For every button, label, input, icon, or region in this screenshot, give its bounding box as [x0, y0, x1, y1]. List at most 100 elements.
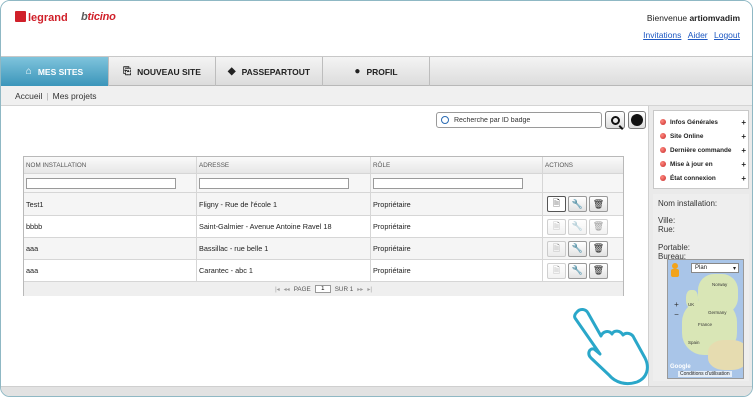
settings-button[interactable]: 🔧 [568, 240, 587, 257]
header-actions: ACTIONS [545, 161, 573, 169]
filter-name-input[interactable] [26, 177, 176, 189]
help-link[interactable]: Aider [688, 30, 708, 40]
cell-name: aaa [24, 260, 197, 281]
invitations-link[interactable]: Invitations [643, 30, 681, 40]
map-type-select[interactable]: Plan [691, 263, 739, 273]
settings-button[interactable]: 🔧 [568, 218, 587, 235]
wrench-icon: 🔧 [571, 221, 584, 231]
delete-button[interactable]: 🗑 [589, 196, 608, 212]
search-box [436, 112, 602, 128]
settings-button[interactable]: 🔧 [568, 262, 587, 279]
legend-etat-connexion[interactable]: État connexion + [660, 172, 746, 184]
wrench-icon: 🔧 [571, 265, 584, 275]
document-search-icon: 🗎 [552, 198, 561, 208]
page-input[interactable] [314, 285, 331, 293]
filter-row [24, 174, 623, 193]
view-button[interactable]: 🗎 [547, 240, 566, 257]
breadcrumb-home[interactable]: Accueil [15, 91, 42, 101]
header-name[interactable]: NOM INSTALLATION [24, 157, 197, 173]
view-button[interactable]: 🗎 [547, 218, 566, 235]
location-map[interactable]: Plan + − Norway UK Germany France Spain … [667, 259, 744, 379]
table-row[interactable]: Test1 Fligny - Rue de l'école 1 Propriét… [24, 193, 623, 216]
expand-icon[interactable]: + [741, 132, 746, 141]
search-icon [441, 116, 449, 124]
breadcrumb-separator: | [46, 90, 49, 101]
wrench-icon: 🔧 [571, 243, 584, 253]
tag-icon: ◆ [227, 66, 236, 77]
page-label: PAGE [293, 285, 311, 293]
trash-icon: 🗑 [592, 243, 605, 253]
cell-actions: 🗎 🔧 🗑 [543, 238, 623, 259]
footer-bar [1, 386, 752, 396]
tab-passepartout[interactable]: ◆ PASSEPARTOUT [216, 57, 323, 86]
delete-button[interactable]: 🗑 [589, 240, 608, 257]
status-dot-icon [660, 119, 666, 125]
document-search-icon: 🗎 [552, 264, 561, 275]
info-nom: Nom installation: [658, 199, 718, 208]
zoom-out-icon[interactable]: − [672, 310, 681, 319]
breadcrumb: Accueil | Mes projets [1, 86, 752, 106]
tab-nouveau-site[interactable]: ⎘ NOUVEAU SITE [109, 57, 216, 86]
wrench-icon: 🔧 [571, 198, 584, 209]
legend-infos-generales[interactable]: Infos Générales + [660, 116, 746, 128]
cell-actions: 🗎 🔧 🗑 [543, 216, 623, 237]
top-links: Invitations Aider Logout [639, 30, 740, 40]
header-address[interactable]: ADRESSE [197, 157, 371, 173]
delete-button[interactable]: 🗑 [589, 262, 608, 279]
info-rue: Rue: [658, 225, 675, 234]
filter-role-input[interactable] [373, 177, 523, 189]
tab-mes-sites[interactable]: ⌂ MES SITES [1, 57, 109, 86]
expand-icon[interactable]: + [741, 118, 746, 127]
installation-info: Nom installation: Ville: Rue: Portable: … [653, 194, 749, 381]
expand-icon[interactable]: + [741, 174, 746, 183]
view-button[interactable]: 🗎 [547, 262, 566, 279]
globe-button[interactable] [628, 111, 646, 129]
trash-icon: 🗑 [592, 221, 605, 231]
settings-button[interactable]: 🔧 [568, 196, 587, 212]
status-dot-icon [660, 161, 666, 167]
search-input[interactable] [454, 116, 599, 124]
legend-mise-a-jour[interactable]: Mise à jour en + [660, 158, 746, 170]
filter-address-input[interactable] [199, 177, 349, 189]
info-portable: Portable: [658, 243, 691, 252]
map-label: Spain [688, 340, 700, 345]
table-row[interactable]: bbbb Saint-Galmier - Avenue Antoine Rave… [24, 216, 623, 238]
bticino-logo: bticino [81, 11, 116, 23]
pegman-icon[interactable] [671, 263, 679, 277]
legend-derniere-commande[interactable]: Dernière commande + [660, 144, 746, 156]
cell-actions: 🗎 🔧 🗑 [543, 260, 623, 281]
search-button[interactable] [605, 111, 625, 129]
status-legend: Infos Générales + Site Online + Dernière c… [653, 110, 749, 189]
first-page-icon[interactable]: |◂ [275, 286, 280, 293]
page-total: SUR 1 [334, 285, 354, 293]
next-page-icon[interactable]: ▸▸ [357, 286, 363, 293]
map-terms-link[interactable]: Conditions d'utilisation [678, 371, 732, 377]
cell-name: aaa [24, 238, 197, 259]
logout-link[interactable]: Logout [714, 30, 740, 40]
zoom-in-icon[interactable]: + [672, 300, 681, 309]
magnifier-icon [610, 115, 620, 125]
cell-role: Propriétaire [371, 238, 543, 259]
cell-actions: 🗎 🔧 🗑 [543, 193, 623, 215]
main-nav: ⌂ MES SITES ⎘ NOUVEAU SITE ◆ PASSEPARTOU… [1, 56, 752, 86]
header-role[interactable]: RÔLE [371, 157, 543, 173]
expand-icon[interactable]: + [741, 160, 746, 169]
pointing-hand-icon [573, 308, 649, 386]
tab-profil[interactable]: ● PROFIL [323, 57, 430, 86]
table-row[interactable]: aaa Bassillac - rue belle 1 Propriétaire… [24, 238, 623, 260]
map-label: UK [688, 302, 695, 307]
username: artiomvadim [689, 13, 740, 23]
map-label: Norway [712, 282, 728, 287]
table-row[interactable]: aaa Carantec - abc 1 Propriétaire 🗎 🔧 🗑 [24, 260, 623, 282]
last-page-icon[interactable]: ▸| [367, 286, 372, 293]
document-search-icon: 🗎 [552, 242, 561, 253]
expand-icon[interactable]: + [741, 146, 746, 155]
google-logo: Google [670, 364, 691, 370]
cell-name: Test1 [24, 193, 197, 215]
trash-icon: 🗑 [592, 265, 605, 275]
prev-page-icon[interactable]: ◂◂ [284, 286, 290, 293]
view-button[interactable]: 🗎 [547, 196, 566, 212]
legrand-logo: legrand [15, 11, 68, 24]
legend-site-online[interactable]: Site Online + [660, 130, 746, 142]
delete-button[interactable]: 🗑 [589, 218, 608, 235]
